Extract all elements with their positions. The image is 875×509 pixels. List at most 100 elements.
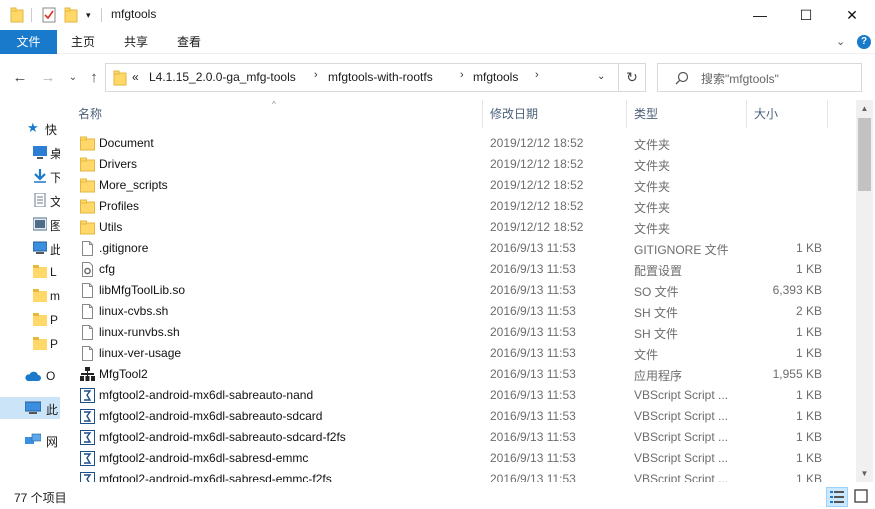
file-name: .gitignore bbox=[99, 241, 149, 255]
file-row[interactable]: Utils 2019/12/12 18:52 文件夹 bbox=[70, 217, 856, 238]
tab-file[interactable]: 文件 bbox=[0, 30, 57, 54]
column-header-name[interactable]: 名称 bbox=[78, 100, 478, 128]
file-row[interactable]: mfgtool2-android-mx6dl-sabresd-emmc-f2fs… bbox=[70, 469, 856, 482]
script-icon bbox=[80, 430, 95, 445]
file-modified-date: 2016/9/13 11:53 bbox=[490, 367, 576, 381]
file-row[interactable]: linux-runvbs.sh 2016/9/13 11:53 SH 文件 1 KB bbox=[70, 322, 856, 343]
help-icon[interactable]: ? bbox=[857, 35, 871, 49]
navigation-pane: ★ 快 桌 下 文 图 此 L m P P O 此 网 bbox=[0, 100, 60, 482]
nav-item-folder-4[interactable]: P bbox=[0, 333, 60, 355]
nav-item-onedrive[interactable]: O bbox=[0, 365, 60, 387]
nav-item-folder-1[interactable]: L bbox=[0, 261, 60, 283]
breadcrumb-segment-3[interactable]: mfgtools bbox=[473, 70, 518, 84]
file-row[interactable]: mfgtool2-android-mx6dl-sabreauto-nand 201… bbox=[70, 385, 856, 406]
nav-item-folder-3[interactable]: P bbox=[0, 309, 60, 331]
breadcrumb-segment-2[interactable]: mfgtools-with-rootfs bbox=[328, 70, 433, 84]
file-type: VBScript Script ... bbox=[634, 409, 729, 423]
refresh-button[interactable]: ↻ bbox=[619, 63, 646, 92]
minimize-button[interactable]: — bbox=[737, 0, 783, 30]
tab-view[interactable]: 查看 bbox=[166, 30, 212, 54]
maximize-button[interactable]: ☐ bbox=[783, 0, 829, 30]
file-row[interactable]: mfgtool2-android-mx6dl-sabreauto-sdcard 2… bbox=[70, 406, 856, 427]
file-row[interactable]: linux-cvbs.sh 2016/9/13 11:53 SH 文件 2 KB bbox=[70, 301, 856, 322]
column-divider[interactable] bbox=[626, 100, 627, 128]
network-icon bbox=[25, 433, 42, 447]
scroll-up-arrow-icon[interactable]: ▲ bbox=[856, 100, 873, 117]
nav-item-this-pc[interactable]: 此 bbox=[0, 237, 60, 259]
script-icon bbox=[80, 409, 95, 424]
scrollbar-thumb[interactable] bbox=[858, 118, 871, 191]
file-row[interactable]: Drivers 2019/12/12 18:52 文件夹 bbox=[70, 154, 856, 175]
nav-item-quick-access[interactable]: ★ 快 bbox=[0, 117, 60, 139]
file-row[interactable]: libMfgToolLib.so 2016/9/13 11:53 SO 文件 6,39… bbox=[70, 280, 856, 301]
file-modified-date: 2016/9/13 11:53 bbox=[490, 472, 576, 482]
file-row[interactable]: mfgtool2-android-mx6dl-sabresd-emmc 2016/… bbox=[70, 448, 856, 469]
file-size: 1,955 KB bbox=[772, 367, 822, 381]
script-icon bbox=[80, 451, 95, 466]
nav-item-label: O bbox=[46, 369, 56, 383]
breadcrumb-chevron-icon[interactable]: › bbox=[460, 69, 464, 81]
file-type: VBScript Script ... bbox=[634, 388, 729, 402]
column-divider[interactable] bbox=[827, 100, 828, 128]
file-row[interactable]: mfgtool2-android-mx6dl-sabreauto-sdcard-… bbox=[70, 427, 856, 448]
file-type: 配置设置 bbox=[634, 264, 683, 278]
recent-locations-chevron-icon[interactable]: ⌄ bbox=[64, 72, 82, 83]
computer-icon bbox=[24, 401, 42, 415]
nav-item-pictures[interactable]: 图 bbox=[0, 213, 60, 235]
address-bar[interactable]: « L4.1.15_2.0.0-ga_mfg-tools › mfgtools-… bbox=[105, 63, 619, 92]
nav-item-label: 此 bbox=[46, 403, 59, 417]
nav-item-folder-2[interactable]: m bbox=[0, 285, 60, 307]
file-row[interactable]: Document 2019/12/12 18:52 文件夹 bbox=[70, 133, 856, 154]
nav-item-desktop[interactable]: 桌 bbox=[0, 141, 60, 163]
file-modified-date: 2016/9/13 11:53 bbox=[490, 409, 576, 423]
item-count: 77 个项目 bbox=[14, 491, 67, 505]
nav-item-label: 桌 bbox=[50, 147, 60, 161]
up-arrow-icon[interactable]: ↑ bbox=[85, 69, 103, 86]
customize-toolbar-chevron-icon[interactable]: ▾ bbox=[86, 6, 91, 24]
star-icon: ★ bbox=[27, 120, 39, 135]
file-icon bbox=[80, 283, 95, 298]
properties-icon[interactable] bbox=[42, 6, 56, 24]
file-row[interactable]: More_scripts 2019/12/12 18:52 文件夹 bbox=[70, 175, 856, 196]
large-icons-view-button[interactable] bbox=[851, 487, 873, 507]
new-folder-icon[interactable] bbox=[64, 6, 78, 24]
column-divider[interactable] bbox=[746, 100, 747, 128]
file-row[interactable]: linux-ver-usage 2016/9/13 11:53 文件 1 KB bbox=[70, 343, 856, 364]
nav-item-label: P bbox=[50, 313, 59, 327]
tab-home[interactable]: 主页 bbox=[60, 30, 106, 54]
breadcrumb-segment-1[interactable]: L4.1.15_2.0.0-ga_mfg-tools bbox=[149, 70, 296, 84]
column-header-size[interactable]: 大小 bbox=[754, 100, 824, 128]
column-divider[interactable] bbox=[482, 100, 483, 128]
details-view-button[interactable] bbox=[826, 487, 848, 507]
file-size: 1 KB bbox=[795, 430, 822, 444]
search-placeholder: 搜索"mfgtools" bbox=[701, 72, 779, 86]
close-button[interactable]: ✕ bbox=[829, 0, 875, 30]
breadcrumb-chevron-icon[interactable]: › bbox=[314, 69, 318, 81]
file-row[interactable]: Profiles 2019/12/12 18:52 文件夹 bbox=[70, 196, 856, 217]
address-history-chevron-icon[interactable]: ⌄ bbox=[597, 71, 605, 82]
nav-item-this-pc-main[interactable]: 此 bbox=[0, 397, 60, 419]
ribbon-tabs: 文件 主页 共享 查看 ⌄ ? bbox=[0, 30, 875, 54]
file-type: 文件夹 bbox=[634, 222, 671, 236]
nav-item-documents[interactable]: 文 bbox=[0, 189, 60, 211]
tab-share[interactable]: 共享 bbox=[113, 30, 159, 54]
file-name: MfgTool2 bbox=[99, 367, 148, 381]
breadcrumb-chevron-icon[interactable]: › bbox=[535, 69, 539, 81]
file-row[interactable]: cfg 2016/9/13 11:53 配置设置 1 KB bbox=[70, 259, 856, 280]
expand-ribbon-chevron-icon[interactable]: ⌄ bbox=[836, 35, 845, 48]
file-row[interactable]: .gitignore 2016/9/13 11:53 GITIGNORE 文件 1 K… bbox=[70, 238, 856, 259]
folder-icon bbox=[80, 220, 95, 235]
app-icon bbox=[80, 367, 95, 382]
nav-item-downloads[interactable]: 下 bbox=[0, 165, 60, 187]
vertical-scrollbar[interactable]: ▲ ▼ bbox=[856, 100, 873, 482]
forward-arrow-icon[interactable]: → bbox=[39, 69, 57, 86]
file-modified-date: 2019/12/12 18:52 bbox=[490, 220, 584, 234]
address-overflow-button[interactable]: « bbox=[132, 70, 139, 84]
column-header-type[interactable]: 类型 bbox=[634, 100, 744, 128]
file-row[interactable]: MfgTool2 2016/9/13 11:53 应用程序 1,955 KB bbox=[70, 364, 856, 385]
column-header-date[interactable]: 修改日期 bbox=[490, 100, 620, 128]
search-input[interactable]: 搜索"mfgtools" bbox=[657, 63, 862, 92]
nav-item-network[interactable]: 网 bbox=[0, 429, 60, 451]
scroll-down-arrow-icon[interactable]: ▼ bbox=[856, 465, 873, 482]
back-arrow-icon[interactable]: ← bbox=[11, 69, 29, 86]
